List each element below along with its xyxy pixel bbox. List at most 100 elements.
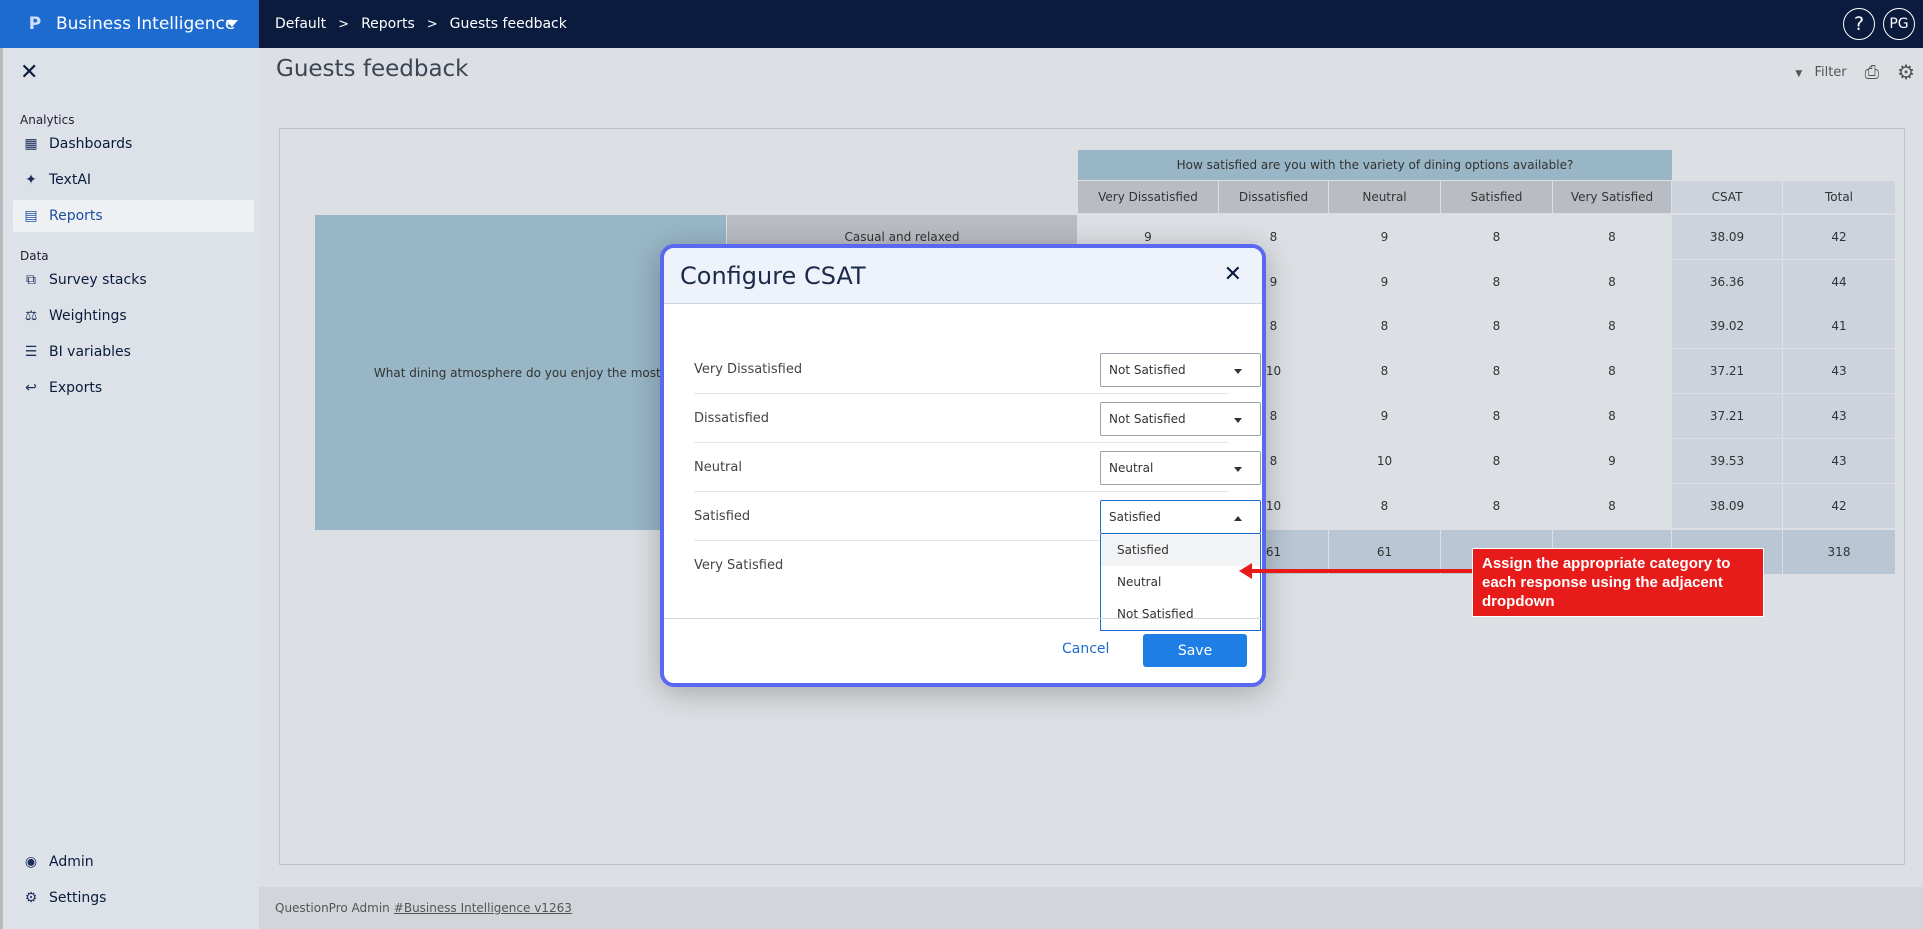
breadcrumb-reports[interactable]: Reports bbox=[361, 16, 415, 32]
configure-csat-dialog: Configure CSAT ✕ Very Dissatisfied Not S… bbox=[660, 244, 1266, 687]
table-cell: 39.02 bbox=[1672, 304, 1782, 348]
sidebar-item-survey-stacks[interactable]: ⧉ Survey stacks bbox=[13, 264, 254, 296]
sidebar-item-weightings[interactable]: ⚖ Weightings bbox=[13, 300, 254, 332]
select-value: Neutral bbox=[1109, 461, 1154, 475]
sidebar-item-settings[interactable]: ⚙ Settings bbox=[13, 882, 254, 914]
close-icon[interactable]: ✕ bbox=[20, 60, 38, 85]
table-cell: 8 bbox=[1608, 319, 1616, 333]
version-link[interactable]: #Business Intelligence v1263 bbox=[394, 901, 572, 915]
category-select[interactable]: Not Satisfied bbox=[1100, 353, 1261, 387]
close-icon[interactable]: ✕ bbox=[1224, 262, 1242, 287]
column-header: Total bbox=[1783, 181, 1895, 213]
table-cell: 10 bbox=[1376, 454, 1393, 468]
column-header: Very Satisfied bbox=[1553, 181, 1671, 213]
app-switcher[interactable]: P Business Intelligence bbox=[0, 0, 259, 48]
sidebar-item-label: Admin bbox=[49, 854, 94, 870]
mapping-label: Very Dissatisfied bbox=[694, 361, 803, 377]
column-header: Very Dissatisfied bbox=[1078, 181, 1218, 213]
table-cell: 41 bbox=[1783, 304, 1895, 348]
top-right-actions: ? PG bbox=[1843, 8, 1915, 40]
chevron-right-icon: > bbox=[426, 16, 438, 32]
table-cell: 43 bbox=[1783, 349, 1895, 393]
table-cell: 8 bbox=[1608, 499, 1616, 513]
sidebar-item-exports[interactable]: ↩ Exports bbox=[13, 372, 254, 404]
category-select-open[interactable]: Satisfied bbox=[1100, 500, 1261, 534]
column-header: Neutral bbox=[1329, 181, 1440, 213]
column-header: Dissatisfied bbox=[1219, 181, 1328, 213]
column-header: CSAT bbox=[1672, 181, 1782, 213]
table-cell: 8 bbox=[1380, 364, 1389, 378]
footer-text: QuestionPro Admin bbox=[275, 901, 390, 915]
sidebar-item-label: Weightings bbox=[49, 308, 127, 324]
table-cell: 8 bbox=[1608, 275, 1616, 289]
filter-icon: ▼ bbox=[1795, 68, 1803, 79]
breadcrumb-current: Guests feedback bbox=[449, 16, 567, 32]
table-cell: 37.21 bbox=[1672, 349, 1782, 393]
sidebar-item-reports[interactable]: ▤ Reports bbox=[13, 200, 254, 232]
scale-icon: ⚖ bbox=[24, 308, 38, 324]
select-value: Not Satisfied bbox=[1109, 363, 1186, 377]
breadcrumb-default[interactable]: Default bbox=[275, 16, 326, 32]
mapping-label: Satisfied bbox=[694, 508, 751, 524]
help-button[interactable]: ? bbox=[1843, 8, 1875, 40]
sidebar-item-admin[interactable]: ◉ Admin bbox=[13, 846, 254, 878]
table-cell: 38.09 bbox=[1672, 215, 1782, 259]
table-cell: 9 bbox=[1608, 454, 1616, 468]
table-cell: 44 bbox=[1783, 260, 1895, 304]
table-cell: 39.53 bbox=[1672, 439, 1782, 483]
caret-up-icon bbox=[1234, 516, 1242, 521]
gear-icon[interactable]: ⚙ bbox=[1897, 60, 1915, 84]
table-cell: 42 bbox=[1783, 484, 1895, 528]
app-title: Business Intelligence bbox=[56, 14, 236, 34]
table-cell: 8 bbox=[1492, 499, 1501, 513]
footer: QuestionPro Admin #Business Intelligence… bbox=[259, 887, 1923, 929]
dropdown-option-satisfied[interactable]: Satisfied bbox=[1101, 534, 1260, 566]
breadcrumb: Default > Reports > Guests feedback bbox=[275, 0, 567, 48]
table-cell: 8 bbox=[1492, 319, 1501, 333]
table-cell: 8 bbox=[1492, 454, 1501, 468]
sidebar: ✕ Analytics ▦ Dashboards ✦ TextAI ▤ Repo… bbox=[0, 48, 259, 929]
sidebar-item-dashboards[interactable]: ▦ Dashboards bbox=[13, 128, 254, 160]
annotation-callout: Assign the appropriate category to each … bbox=[1472, 548, 1764, 617]
export-icon[interactable]: ⎙ bbox=[1865, 62, 1879, 83]
table-cell: 8 bbox=[1380, 499, 1389, 513]
sidebar-item-bi-variables[interactable]: ☰ BI variables bbox=[13, 336, 254, 368]
caret-down-icon bbox=[1234, 418, 1242, 423]
category-dropdown-menu: Satisfied Neutral Not Satisfied bbox=[1100, 534, 1261, 631]
report-icon: ▤ bbox=[24, 208, 38, 224]
sidebar-item-label: TextAI bbox=[49, 172, 92, 188]
category-select[interactable]: Neutral bbox=[1100, 451, 1261, 485]
table-cell: 8 bbox=[1492, 409, 1501, 423]
header-actions: ▼ Filter ⎙ ⚙ bbox=[1795, 60, 1915, 84]
dropdown-option-neutral[interactable]: Neutral bbox=[1101, 566, 1260, 598]
table-cell: 8 bbox=[1608, 409, 1616, 423]
cancel-button[interactable]: Cancel bbox=[1062, 641, 1109, 657]
questionpro-logo-icon: P bbox=[28, 14, 42, 34]
category-select[interactable]: Not Satisfied bbox=[1100, 402, 1261, 436]
gear-icon: ⚙ bbox=[24, 890, 38, 906]
sidebar-item-label: Reports bbox=[49, 208, 103, 224]
dialog-footer: Cancel Save bbox=[664, 618, 1262, 683]
sparkle-icon: ✦ bbox=[25, 172, 37, 188]
table-cell: 8 bbox=[1492, 364, 1501, 378]
filter-button[interactable]: ▼ Filter bbox=[1795, 65, 1846, 80]
section-label-analytics: Analytics bbox=[20, 113, 75, 127]
table-cell: 38.09 bbox=[1672, 484, 1782, 528]
caret-down-icon bbox=[1234, 369, 1242, 374]
table-cell: 8 bbox=[1608, 230, 1616, 244]
mapping-label: Neutral bbox=[694, 459, 742, 475]
mapping-row-dissatisfied: Dissatisfied Not Satisfied bbox=[694, 394, 1261, 443]
save-button[interactable]: Save bbox=[1143, 634, 1247, 667]
top-bar: P Business Intelligence Default > Report… bbox=[0, 0, 1923, 48]
column-question-header: How satisfied are you with the variety o… bbox=[1078, 150, 1672, 180]
mapping-row-neutral: Neutral Neutral bbox=[694, 443, 1261, 492]
caret-down-icon bbox=[1234, 467, 1242, 472]
page-title: Guests feedback bbox=[276, 56, 469, 82]
dialog-title: Configure CSAT bbox=[680, 261, 866, 290]
table-cell: 36.36 bbox=[1672, 260, 1782, 304]
avatar[interactable]: PG bbox=[1883, 8, 1915, 40]
sidebar-item-textai[interactable]: ✦ TextAI bbox=[13, 164, 254, 196]
sidebar-item-label: Survey stacks bbox=[49, 272, 147, 288]
annotation-arrow bbox=[1250, 569, 1472, 573]
dashboard-icon: ▦ bbox=[24, 136, 38, 152]
